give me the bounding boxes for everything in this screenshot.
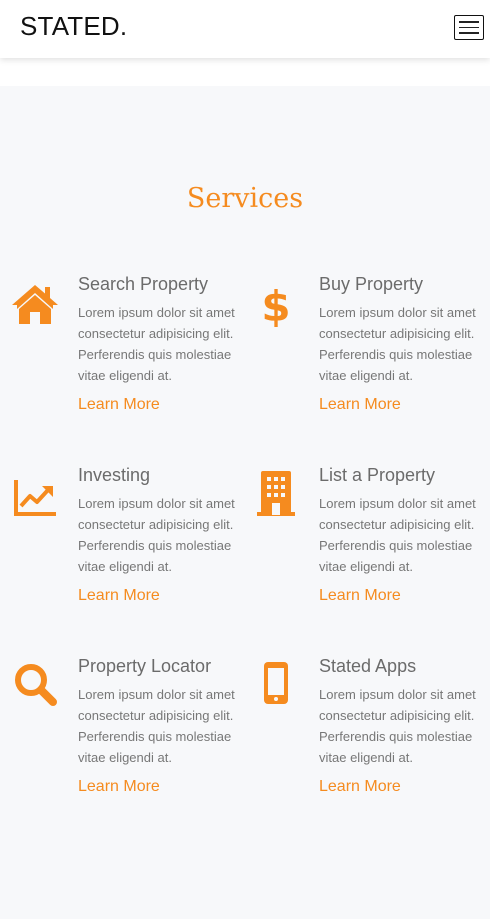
search-icon xyxy=(10,659,60,709)
service-description: Lorem ipsum dolor sit amet consectetur a… xyxy=(78,687,235,765)
service-item-property-locator: Property Locator Lorem ipsum dolor sit a… xyxy=(10,656,250,846)
menu-bar-line xyxy=(459,32,479,34)
service-title: Search Property xyxy=(78,274,209,294)
menu-bar-line xyxy=(459,26,479,29)
service-description: Lorem ipsum dolor sit amet consectetur a… xyxy=(319,305,476,383)
chart-line-icon xyxy=(10,470,60,520)
navbar: STATED. xyxy=(0,0,490,58)
service-description: Lorem ipsum dolor sit amet consectetur a… xyxy=(78,496,235,574)
service-item-stated-apps: Stated Apps Lorem ipsum dolor sit amet c… xyxy=(251,656,490,846)
service-title: List a Property xyxy=(319,465,436,485)
service-item-list-a-property: List a Property Lorem ipsum dolor sit am… xyxy=(251,465,490,655)
mobile-phone-icon xyxy=(251,658,301,708)
service-description: Lorem ipsum dolor sit amet consectetur a… xyxy=(319,687,476,765)
service-title: Stated Apps xyxy=(319,656,417,676)
learn-more-link[interactable]: Learn More xyxy=(78,396,160,414)
service-title: Investing xyxy=(78,465,151,485)
menu-toggle-button[interactable] xyxy=(454,15,484,40)
service-item-investing: Investing Lorem ipsum dolor sit amet con… xyxy=(10,465,250,655)
learn-more-link[interactable]: Learn More xyxy=(319,778,401,796)
svg-text:$: $ xyxy=(261,282,290,329)
services-section: Services Search Property Lorem ipsum dol… xyxy=(0,86,490,919)
learn-more-link[interactable]: Learn More xyxy=(78,587,160,605)
service-item-search-property: Search Property Lorem ipsum dolor sit am… xyxy=(10,274,250,464)
service-description: Lorem ipsum dolor sit amet consectetur a… xyxy=(78,305,235,383)
learn-more-link[interactable]: Learn More xyxy=(319,396,401,414)
service-title: Property Locator xyxy=(78,656,212,676)
services-title: Services xyxy=(186,183,304,214)
menu-bar-line xyxy=(459,21,479,23)
learn-more-link[interactable]: Learn More xyxy=(78,778,160,796)
home-icon xyxy=(10,279,60,329)
building-icon xyxy=(251,467,301,517)
service-item-buy-property: $ Buy Property Lorem ipsum dolor sit ame… xyxy=(251,274,490,464)
service-title: Buy Property xyxy=(319,274,424,294)
dollar-icon: $ xyxy=(251,279,301,329)
brand-logo[interactable]: STATED. xyxy=(20,11,127,42)
learn-more-link[interactable]: Learn More xyxy=(319,587,401,605)
service-description: Lorem ipsum dolor sit amet consectetur a… xyxy=(319,496,476,574)
